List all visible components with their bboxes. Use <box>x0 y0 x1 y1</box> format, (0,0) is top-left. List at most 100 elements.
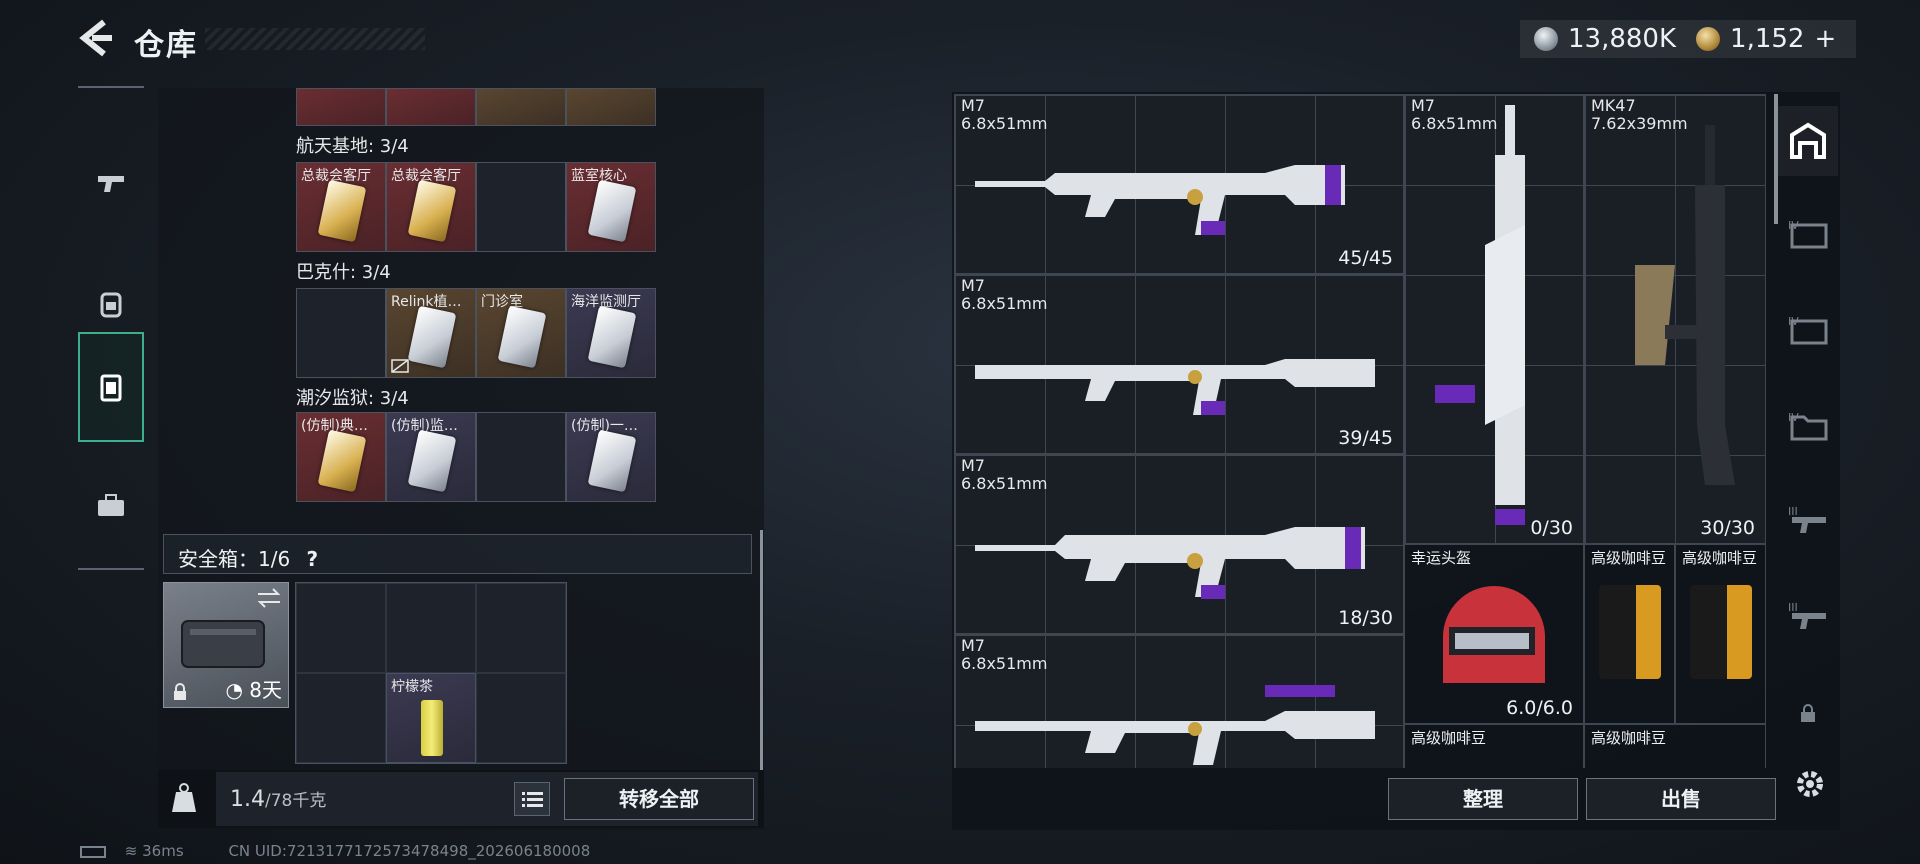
safe-case-icon <box>181 620 265 668</box>
gun-icon <box>98 176 124 192</box>
help-button[interactable]: ? <box>307 547 319 571</box>
gold-amount: 1,152 <box>1730 24 1805 54</box>
storage-tab[interactable]: III <box>1778 486 1838 556</box>
ammo-count: 30/30 <box>1700 517 1755 539</box>
storage-tab[interactable]: III <box>1778 582 1838 652</box>
keycard-icon <box>407 305 457 369</box>
list-view-button[interactable] <box>514 782 550 816</box>
weight-max: /78千克 <box>265 791 327 811</box>
keycard-cell[interactable]: 门诊室 <box>476 288 566 378</box>
tier-4-folder-icon: IV <box>1788 411 1828 441</box>
safe-box-label: 安全箱：1/6 <box>178 547 291 571</box>
empty-cell <box>476 673 566 763</box>
ammo-count: 0/30 <box>1530 517 1573 539</box>
rifle-icon <box>975 359 1375 415</box>
weapon-slot[interactable]: M7 6.8x51mm 18/30 <box>954 454 1404 634</box>
empty-cell <box>476 412 566 502</box>
storage-tab-locked[interactable] <box>1778 678 1838 748</box>
rifle-icon <box>1435 105 1525 525</box>
no-sale-icon <box>391 359 409 373</box>
swap-icon[interactable] <box>256 587 282 609</box>
empty-cell <box>476 583 566 673</box>
weapon-slot[interactable]: M7 6.8x51mm 0/30 <box>1404 94 1584 544</box>
lock-icon <box>174 683 186 700</box>
empty-cell <box>386 583 476 673</box>
silver-coin-icon <box>1534 27 1558 51</box>
rifle-icon <box>975 527 1365 599</box>
keycard-cell[interactable]: 总裁会客厅 <box>386 162 476 252</box>
item-cell[interactable] <box>386 88 476 126</box>
keycard-cell[interactable]: (仿制)一… <box>566 412 656 502</box>
weapon-slot[interactable]: M7 6.8x51mm 45/45 <box>954 94 1404 274</box>
storage-home-tab[interactable] <box>1778 106 1838 176</box>
lemon-tea-cell[interactable]: 柠檬茶 <box>386 673 476 763</box>
rifle-icon <box>975 165 1345 235</box>
safe-box-slot[interactable]: ◔ 8天 <box>163 582 289 708</box>
keycard-cell[interactable]: (仿制)监… <box>386 412 476 502</box>
svg-text:III: III <box>1788 505 1798 518</box>
ammo-count: 39/45 <box>1338 427 1393 449</box>
ammo-count: 45/45 <box>1338 247 1393 269</box>
weapon-slot[interactable]: MK47 7.62x39mm 30/30 <box>1584 94 1766 544</box>
keycard-cell[interactable]: 总裁会客厅 <box>296 162 386 252</box>
keycard-icon <box>587 179 637 243</box>
sort-button[interactable]: 整理 <box>1388 778 1578 820</box>
back-icon[interactable] <box>78 18 114 58</box>
nav-containers[interactable] <box>78 332 144 442</box>
safe-box-days: ◔ 8天 <box>225 674 282 703</box>
keycard-cell[interactable]: 海洋监测厅 <box>566 288 656 378</box>
svg-text:III: III <box>1788 601 1798 614</box>
stash-scrollbar[interactable] <box>760 530 763 770</box>
weapon-slot[interactable]: M7 6.8x51mm 39/45 <box>954 274 1404 454</box>
coffee-bag-icon <box>1690 585 1752 679</box>
weapon-slot[interactable]: M7 6.8x51mm <box>954 634 1404 768</box>
add-gold-button[interactable]: + <box>1814 24 1836 54</box>
keycard-cell[interactable]: Relink植… <box>386 288 476 378</box>
keycard-cell[interactable]: 蓝室核心 <box>566 162 656 252</box>
storage-tab[interactable]: IV <box>1778 392 1838 462</box>
keycard-cell[interactable]: (仿制)典… <box>296 412 386 502</box>
svg-text:IV: IV <box>1788 315 1799 328</box>
gear-icon[interactable] <box>1790 764 1830 804</box>
item-name: 幸运头盔 <box>1411 549 1472 567</box>
empty-cell <box>296 288 386 378</box>
safe-box-header: 安全箱：1/6 ? <box>163 534 752 574</box>
empty-cell <box>296 583 386 673</box>
inventory-grid: M7 6.8x51mm 45/45 M7 6.8x51mm 39/45 M7 6.8x… <box>954 94 1766 768</box>
svg-text:IV: IV <box>1788 219 1799 232</box>
keycard-icon <box>317 429 367 493</box>
svg-text:IV: IV <box>1788 411 1799 424</box>
sell-button[interactable]: 出售 <box>1586 778 1776 820</box>
ping-text: 36ms <box>142 842 184 860</box>
transfer-all-button[interactable]: 转移全部 <box>564 778 754 820</box>
helmet-slot[interactable]: 幸运头盔 6.0/6.0 <box>1404 544 1584 724</box>
item-cell[interactable] <box>566 88 656 126</box>
uid-text: CN UID:7213177172573478498_202606180008 <box>228 842 591 860</box>
storage-tab[interactable]: IV <box>1778 200 1838 270</box>
keycard-icon <box>407 179 457 243</box>
empty-cell <box>296 673 386 763</box>
lock-icon <box>1801 704 1815 722</box>
nav-weapons[interactable] <box>78 128 144 238</box>
gold-coin-icon <box>1696 27 1721 51</box>
weight-current: 1.4 <box>230 787 265 812</box>
tier-3-gun-icon: III <box>1788 505 1826 533</box>
item-name: 高级咖啡豆 <box>1591 729 1667 747</box>
collection-title: 航天基地: 3/4 <box>296 136 409 157</box>
category-nav <box>78 86 144 570</box>
weight-icon <box>172 783 196 812</box>
nav-tools[interactable] <box>78 450 144 560</box>
safe-box-days-value: 8天 <box>249 678 282 702</box>
keycard-icon <box>407 429 457 493</box>
item-cell[interactable] <box>476 88 566 126</box>
wifi-icon: ≋ <box>124 842 138 860</box>
coffee-slot[interactable]: 高级咖啡豆 <box>1584 724 1766 768</box>
keycard-icon <box>317 179 367 243</box>
weapon-name: M7 6.8x51mm <box>961 276 1048 313</box>
storage-tab[interactable]: IV <box>1778 296 1838 366</box>
coffee-slot[interactable]: 高级咖啡豆 <box>1584 544 1675 724</box>
item-cell[interactable] <box>296 88 386 126</box>
coffee-slot[interactable]: 高级咖啡豆 <box>1404 724 1584 768</box>
coffee-slot[interactable]: 高级咖啡豆 <box>1675 544 1766 724</box>
durability: 6.0/6.0 <box>1506 697 1573 719</box>
